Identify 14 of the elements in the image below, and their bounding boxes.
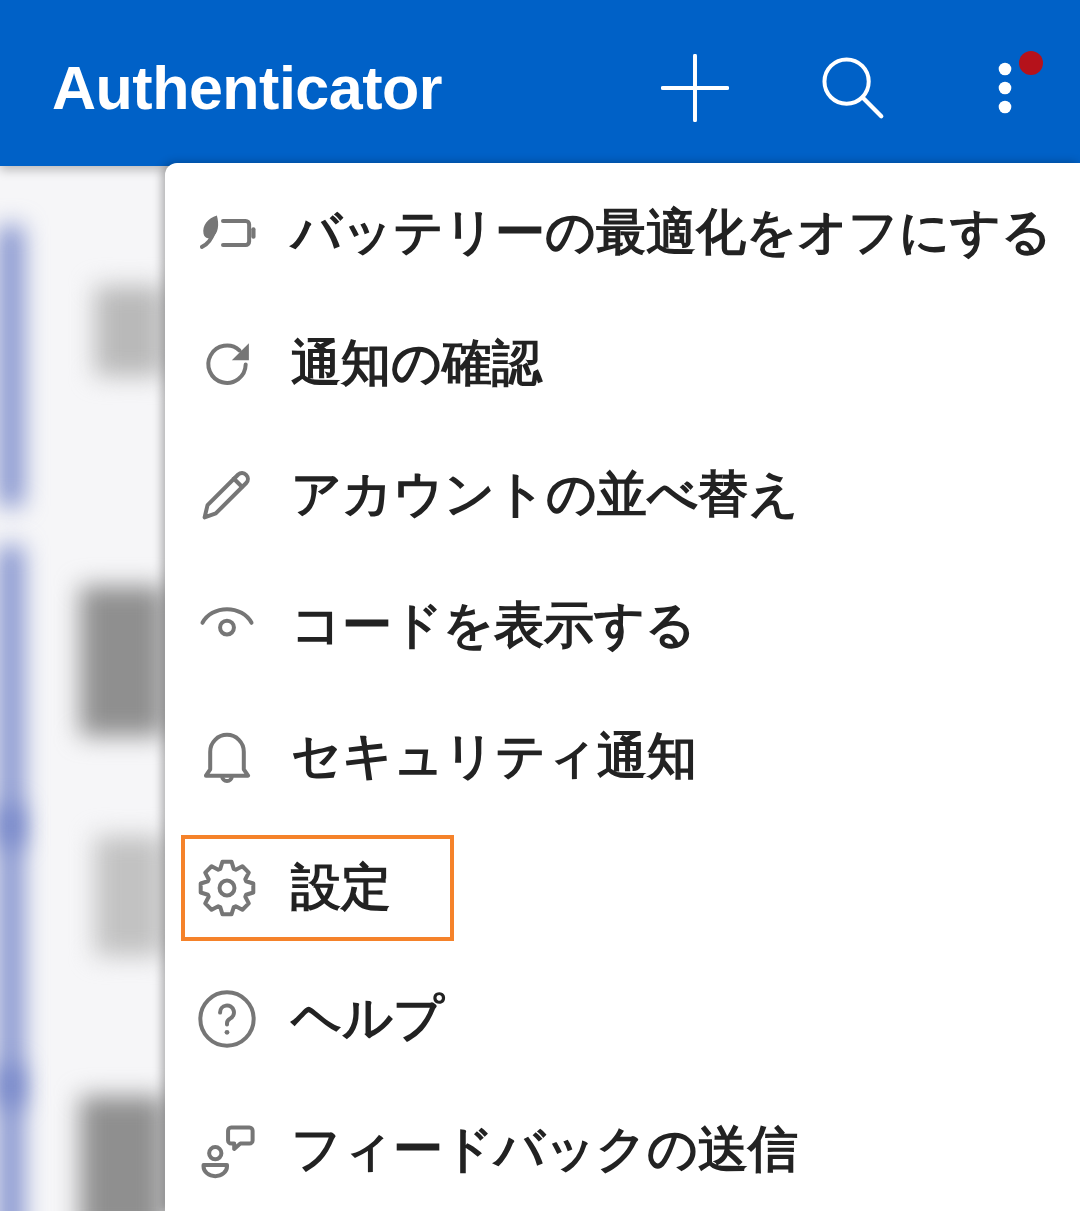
menu-item[interactable]: バッテリーの最適化をオフにする — [165, 167, 1080, 298]
add-button[interactable] — [659, 52, 731, 124]
search-icon — [821, 56, 885, 120]
more-vertical-icon — [998, 62, 1012, 114]
menu-item[interactable]: 設定 — [165, 822, 1080, 953]
plus-icon — [661, 54, 729, 122]
menu-item[interactable]: 通知の確認 — [165, 298, 1080, 429]
menu-item[interactable]: ヘルプ — [165, 953, 1080, 1084]
app-title: Authenticator — [52, 57, 443, 119]
menu-item[interactable]: コードを表示する — [165, 560, 1080, 691]
menu-item[interactable]: フィードバックの送信 — [165, 1084, 1080, 1211]
menu-item[interactable]: アカウントの並べ替え — [165, 429, 1080, 560]
menu-item[interactable]: セキュリティ通知 — [165, 691, 1080, 822]
search-button[interactable] — [820, 55, 886, 121]
